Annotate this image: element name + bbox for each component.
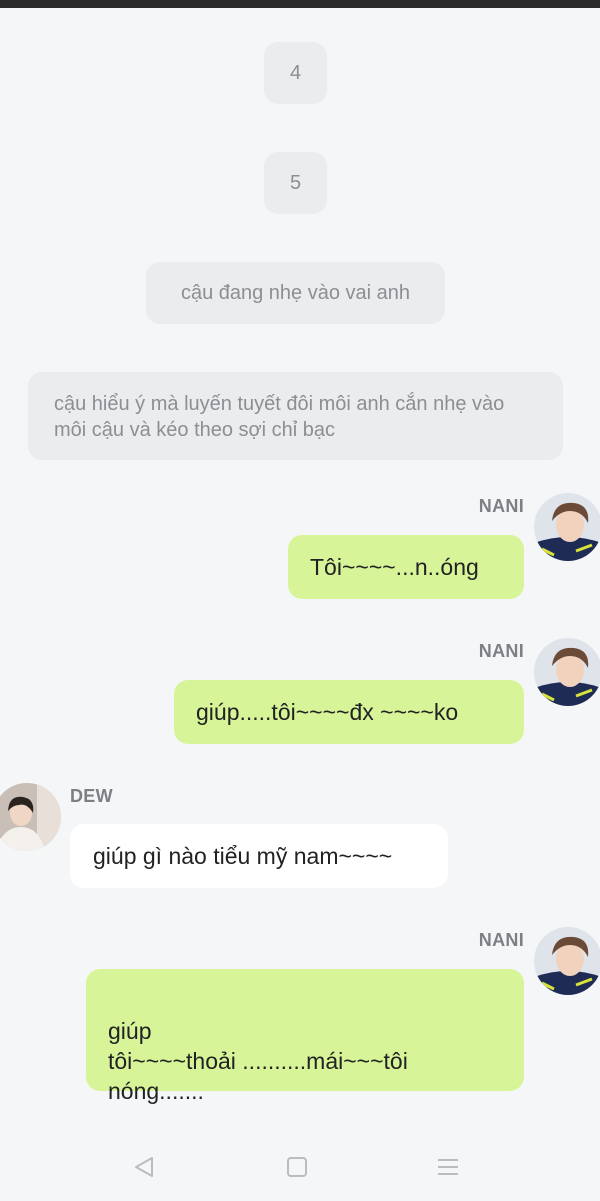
message-bubble-sent[interactable]: Tôi~~~~...n..óng [288,535,524,599]
narration-text: cậu đang nhẹ vào vai anh [180,282,411,304]
narration-bubble: cậu đang nhẹ vào vai anh [146,262,445,324]
message-text: giúp.....tôi~~~~đx ~~~~ko [196,699,459,725]
avatar-dew-icon [0,783,61,851]
message-text: giúp gì nào tiểu mỹ nam~~~~ [93,843,393,869]
home-square-icon [287,1157,307,1177]
message-bubble-received[interactable]: giúp gì nào tiểu mỹ nam~~~~ [70,824,448,888]
avatar-nani-icon [534,493,600,561]
message-bubble-sent[interactable]: giúp tôi~~~~thoải ..........mái~~~tôi nó… [86,969,524,1104]
home-button[interactable] [283,1153,311,1181]
avatar-nani-icon [534,638,600,706]
sender-name: NANI [478,930,524,950]
sender-name: NANI [478,496,524,516]
narration-text: cậu hiểu ý mà luyến tuyết đôi môi anh cắ… [54,393,505,441]
narration-text: 4 [289,62,302,84]
message-text: Tôi~~~~...n..óng [310,554,479,580]
message-text: giúp tôi~~~~thoải ..........mái~~~tôi nó… [108,1018,408,1104]
back-button[interactable] [131,1153,159,1181]
chat-area[interactable]: 4 5 cậu đang nhẹ vào vai anh cậu hiểu ý … [0,0,600,1201]
system-nav-bar [0,1133,600,1201]
narration-bubble: cậu hiểu ý mà luyến tuyết đôi môi anh cắ… [28,372,563,460]
menu-button[interactable] [434,1153,462,1181]
avatar-nani[interactable] [534,638,600,706]
avatar-dew[interactable] [0,783,61,851]
menu-lines-icon [438,1159,458,1175]
narration-bubble: 4 [264,42,327,104]
avatar-nani[interactable] [534,493,600,561]
back-triangle-icon [135,1157,153,1177]
narration-bubble: 5 [264,152,327,214]
message-bubble-sent[interactable]: giúp.....tôi~~~~đx ~~~~ko [174,680,524,744]
avatar-nani-icon [534,927,600,995]
sender-name: DEW [70,786,113,806]
sender-name: NANI [478,641,524,661]
avatar-nani[interactable] [534,927,600,995]
narration-text: 5 [289,172,302,194]
